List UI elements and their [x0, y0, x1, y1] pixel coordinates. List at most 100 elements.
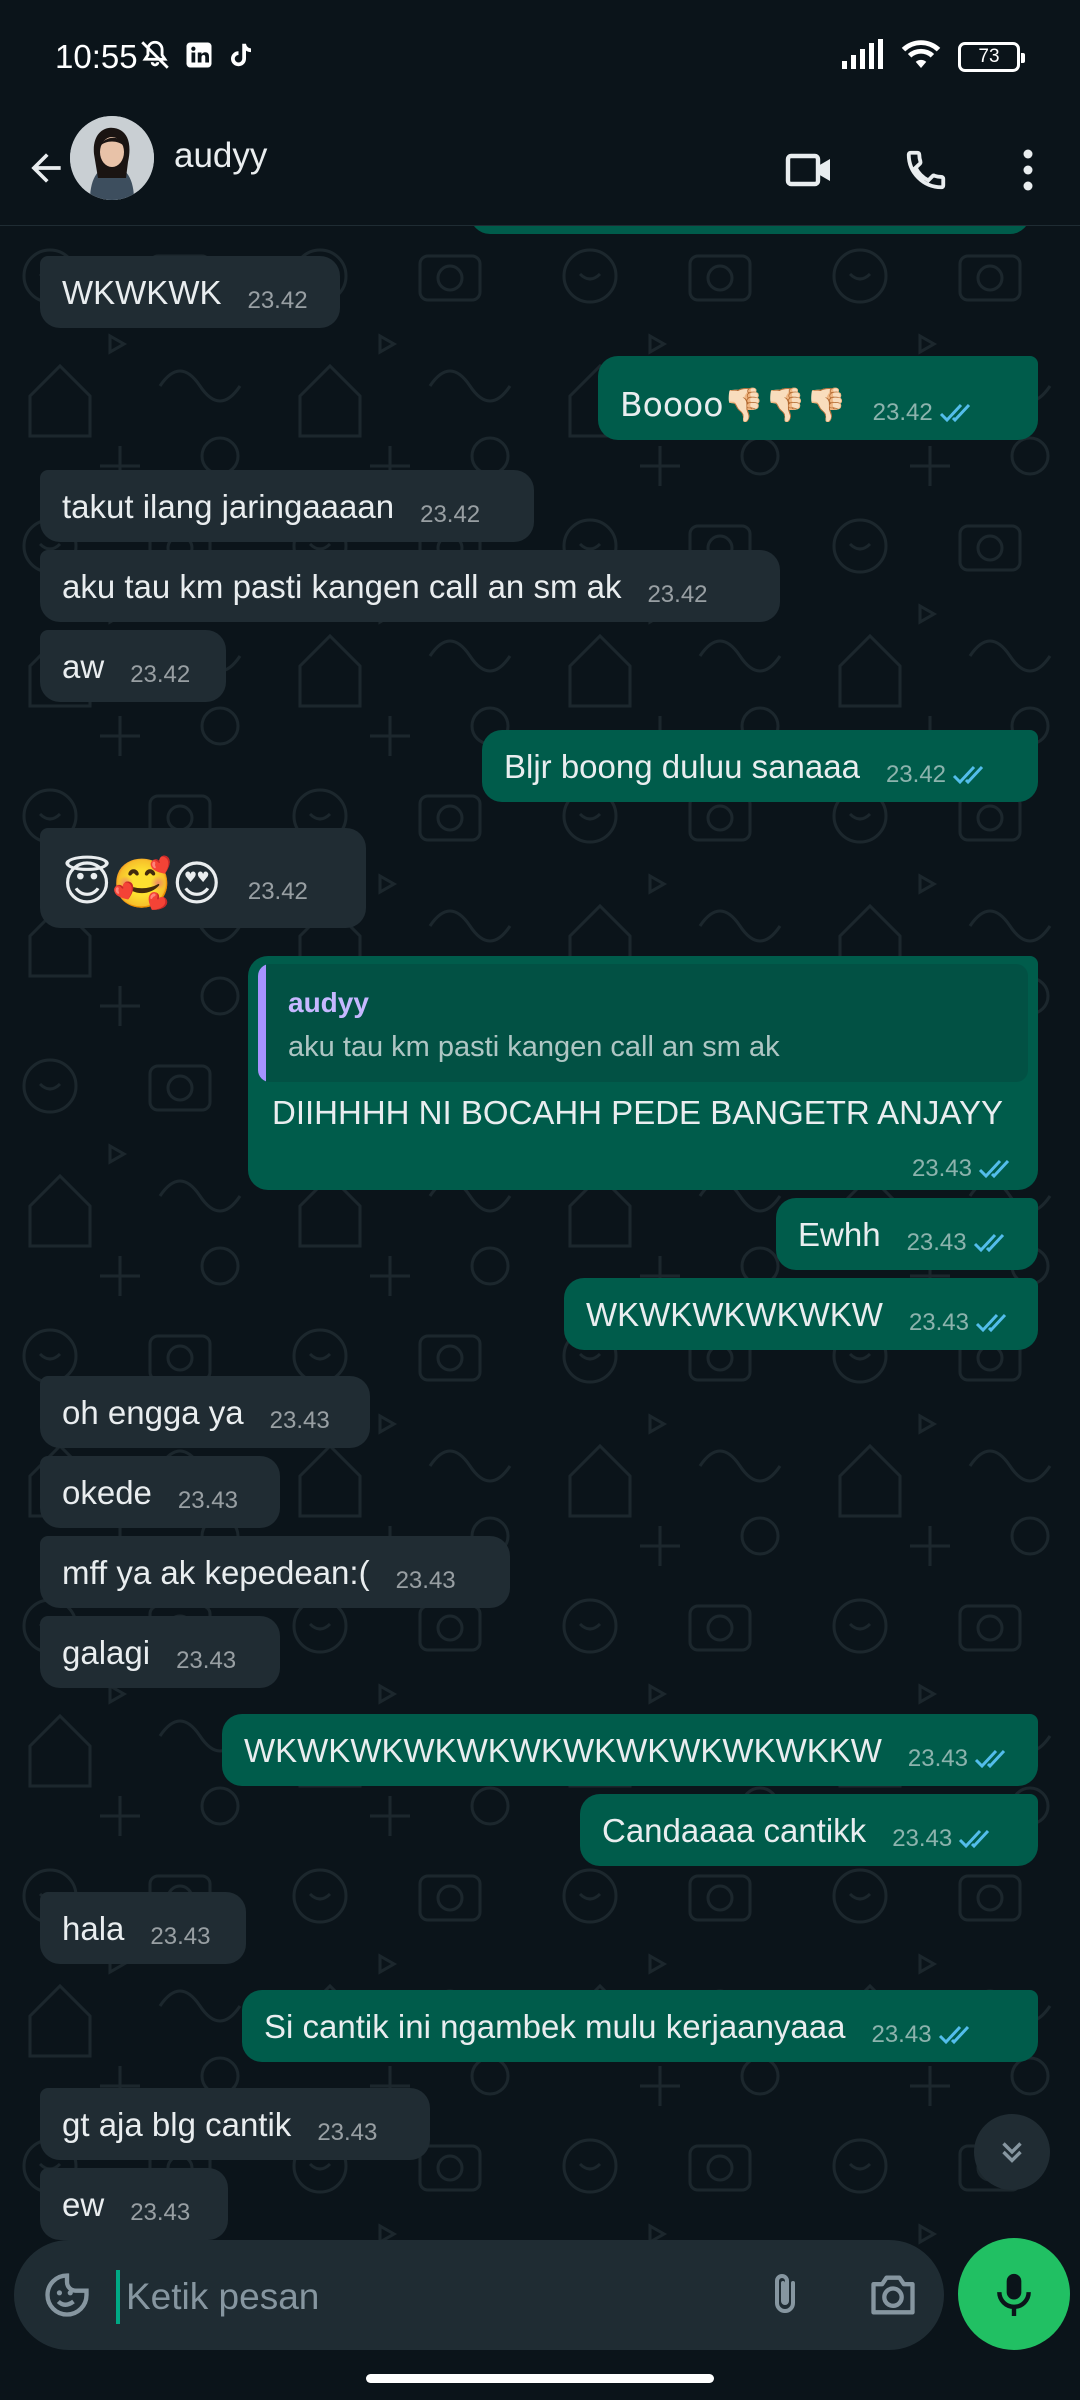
- message-text: 😇🥰😍: [62, 856, 222, 912]
- battery-level: 73: [978, 45, 1000, 67]
- message-time: 23.42: [885, 761, 947, 788]
- message-bubble-out[interactable]: Ewhh 23.43: [776, 1198, 1038, 1270]
- voice-message-button[interactable]: [958, 2238, 1070, 2350]
- message-composer: [14, 2240, 944, 2350]
- read-receipt-icon: [938, 2025, 969, 2045]
- status-time: 10:55: [55, 38, 138, 75]
- double-chevron-down-icon: [1002, 2142, 1022, 2163]
- home-indicator[interactable]: [366, 2374, 714, 2383]
- message-bubble-in[interactable]: takut ilang jaringaaaan 23.42: [40, 470, 534, 542]
- more-vertical-icon: [1023, 149, 1033, 191]
- message-text: Bljr boong duluu sanaaa: [504, 748, 860, 785]
- message-bubble-in[interactable]: oh engga ya 23.43: [40, 1376, 370, 1448]
- message-time: 23.43: [177, 1487, 238, 1514]
- message-bubble-in[interactable]: 😇🥰😍 23.42: [40, 828, 366, 928]
- message-text: Boooo👎🏻👎🏻👎🏻: [620, 385, 847, 424]
- back-button[interactable]: [16, 138, 76, 198]
- message-bubble-out[interactable]: Candaaaa cantikk 23.43: [580, 1794, 1038, 1866]
- attach-button[interactable]: [752, 2262, 818, 2328]
- message-text: mff ya ak kepedean:(: [62, 1554, 370, 1591]
- text-cursor: [116, 2270, 120, 2324]
- message-bubble-in[interactable]: mff ya ak kepedean:( 23.43: [40, 1536, 510, 1608]
- message-text: gt aja blg cantik: [62, 2106, 292, 2143]
- message-time: 23.42: [420, 501, 481, 528]
- message-time: 23.42: [247, 878, 308, 905]
- message-text: WKWKWK: [62, 274, 222, 311]
- contact-name[interactable]: audyy: [174, 136, 267, 176]
- message-time: 23.43: [906, 1229, 967, 1256]
- read-receipt-icon: [939, 403, 970, 423]
- message-bubble-out[interactable]: WKWKWKWKWKWKWKWKWKWKWKKW 23.43: [222, 1714, 1038, 1786]
- signal-icon: [842, 39, 884, 74]
- message-time: 23.43: [269, 1407, 330, 1434]
- video-call-icon: [785, 153, 830, 187]
- message-text: DIIHHHH NI BOCAHH PEDE BANGETR ANJAYY: [272, 1094, 1004, 1131]
- quote-accent-bar: [258, 964, 266, 1082]
- message-bubble-partial: [470, 226, 1030, 234]
- message-bubble-in[interactable]: hala 23.43: [40, 1892, 246, 1964]
- message-time: 23.42: [872, 399, 933, 426]
- read-receipt-icon: [973, 1233, 1004, 1253]
- message-text: takut ilang jaringaaaan: [62, 488, 395, 525]
- message-bubble-in[interactable]: gt aja blg cantik 23.43: [40, 2088, 430, 2160]
- message-bubble-in[interactable]: ew 23.43: [40, 2168, 228, 2240]
- quoted-sender: audyy: [288, 987, 369, 1018]
- quoted-message[interactable]: audyy aku tau km pasti kangen call an sm…: [258, 964, 1028, 1082]
- message-bubble-in[interactable]: galagi 23.43: [40, 1616, 280, 1688]
- message-time: 23.43: [892, 1825, 953, 1852]
- message-text: aku tau km pasti kangen call an sm ak: [62, 568, 622, 605]
- wifi-icon: [900, 38, 942, 75]
- quoted-text: aku tau km pasti kangen call an sm ak: [288, 1031, 780, 1063]
- status-bar: 10:55 73: [0, 0, 1080, 116]
- message-time: 23.43: [911, 1155, 972, 1182]
- chat-header: audyy: [0, 116, 1080, 226]
- message-text: hala: [62, 1910, 125, 1947]
- sticker-icon: [45, 2273, 89, 2317]
- message-text: galagi: [62, 1634, 151, 1671]
- tiktok-icon: [226, 39, 256, 76]
- message-bubble-in[interactable]: aw 23.42: [40, 630, 226, 702]
- message-text: Si cantik ini ngambek mulu kerjaanyaaa: [264, 2008, 846, 2045]
- message-bubble-in[interactable]: aku tau km pasti kangen call an sm ak 23…: [40, 550, 780, 622]
- message-time: 23.43: [395, 1567, 456, 1594]
- message-time: 23.43: [871, 2021, 932, 2048]
- message-time: 23.42: [247, 287, 308, 314]
- scroll-to-bottom-button[interactable]: [974, 2114, 1050, 2190]
- message-text: Ewhh: [798, 1216, 881, 1253]
- message-text: ew: [62, 2186, 105, 2223]
- sticker-button[interactable]: [34, 2262, 100, 2328]
- message-text: aw: [62, 648, 105, 685]
- message-bubble-in[interactable]: WKWKWK 23.42: [40, 256, 340, 328]
- read-receipt-icon: [978, 1159, 1010, 1179]
- avatar[interactable]: [70, 116, 154, 200]
- read-receipt-icon: [975, 1313, 1007, 1333]
- message-text: oh engga ya: [62, 1394, 244, 1431]
- read-receipt-icon: [959, 1829, 990, 1849]
- message-bubble-in[interactable]: okede 23.43: [40, 1456, 280, 1528]
- battery-icon: 73: [958, 41, 1025, 72]
- message-bubble-out[interactable]: Si cantik ini ngambek mulu kerjaanyaaa 2…: [242, 1990, 1038, 2062]
- camera-button[interactable]: [860, 2262, 926, 2328]
- message-time: 23.42: [647, 581, 708, 608]
- message-time: 23.43: [176, 1647, 237, 1674]
- video-call-button[interactable]: [770, 130, 850, 210]
- read-receipt-icon: [952, 765, 984, 785]
- message-list[interactable]: WKWKWK 23.42 Boooo👎🏻👎🏻👎🏻 23.42 takut ila…: [0, 226, 1080, 2246]
- message-text: okede: [62, 1474, 152, 1511]
- message-time: 23.42: [130, 661, 191, 688]
- back-arrow-icon: [31, 153, 61, 183]
- message-bubble-out-reply[interactable]: audyy aku tau km pasti kangen call an sm…: [248, 956, 1038, 1190]
- message-bubble-out[interactable]: WKWKWKWKWKW 23.43: [564, 1278, 1038, 1350]
- message-bubble-out[interactable]: Boooo👎🏻👎🏻👎🏻 23.42: [598, 356, 1038, 440]
- message-time: 23.43: [150, 1923, 211, 1950]
- message-time: 23.43: [130, 2199, 191, 2226]
- read-receipt-icon: [974, 1749, 1006, 1769]
- message-bubble-out[interactable]: Bljr boong duluu sanaaa 23.42: [482, 730, 1038, 802]
- phone-icon: [906, 150, 946, 190]
- more-options-button[interactable]: [988, 130, 1068, 210]
- message-time: 23.43: [907, 1745, 968, 1772]
- voice-call-button[interactable]: [886, 130, 966, 210]
- camera-icon: [871, 2275, 915, 2315]
- message-text: WKWKWKWKWKW: [586, 1296, 883, 1333]
- message-input[interactable]: [126, 2270, 726, 2324]
